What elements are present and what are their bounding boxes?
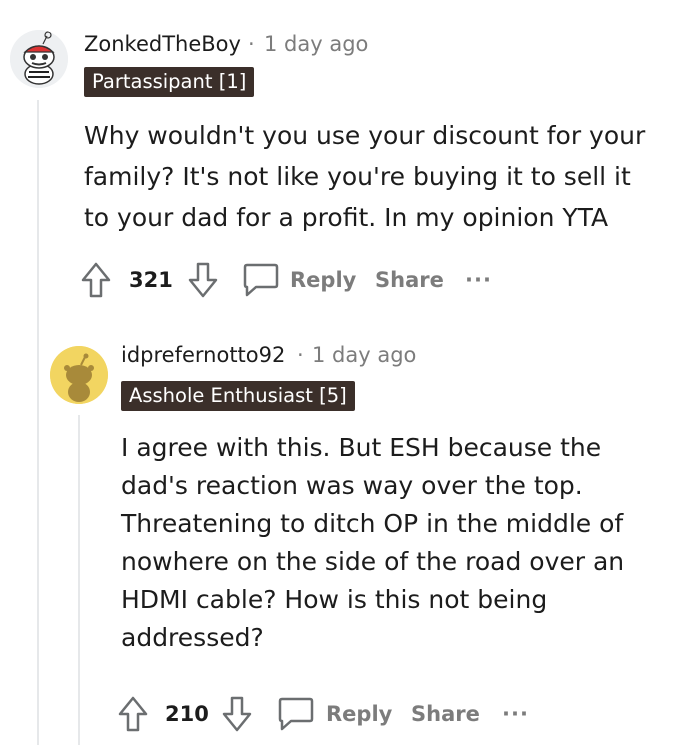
action-bar: 210 Reply Share ··· [117,694,557,734]
comment-line: addressed? [121,623,264,652]
username[interactable]: idprefernotto92 [121,343,285,367]
comment-line: HDMI cable? How is this not being [121,585,548,614]
reply-button[interactable]: Reply [290,260,356,300]
thread-line[interactable] [78,415,80,745]
comment-body: I agree with this. But ESH because the d… [121,429,624,657]
comment-line: Threatening to ditch OP in the middle of [121,509,624,538]
user-flair: Partassipant [1] [84,67,255,97]
upvote-icon[interactable] [80,261,112,299]
reply-button[interactable]: Reply [326,694,392,734]
username[interactable]: ZonkedTheBoy [84,32,241,56]
more-options-button[interactable]: ··· [502,694,529,734]
comment-line: dad's reaction was way over the top. [121,471,583,500]
upvote-icon[interactable] [117,695,149,733]
avatar[interactable] [10,30,68,88]
thread-line[interactable] [37,100,39,745]
comment-line: Why wouldn't you use your discount for y… [84,121,646,150]
share-button[interactable]: Share [411,694,480,734]
comment-line: to your dad for a profit. In my opinion … [84,203,609,232]
meta-separator: · [248,32,255,56]
comment-line: family? It's not like you're buying it t… [84,162,631,191]
avatar[interactable] [50,346,108,404]
user-flair: Asshole Enthusiast [5] [121,381,355,411]
downvote-icon[interactable] [221,695,253,733]
comment-body: Why wouldn't you use your discount for y… [84,115,645,238]
vote-count: 210 [165,702,209,726]
vote-count: 321 [129,268,173,292]
action-bar: 321 Reply Share ··· [80,260,520,300]
downvote-icon[interactable] [187,261,219,299]
more-options-button[interactable]: ··· [465,260,492,300]
snoo-avatar-icon [50,346,108,404]
meta-separator: · [297,343,304,367]
comment-line: nowhere on the side of the road over an [121,547,625,576]
comment-bubble-icon[interactable] [277,696,315,732]
share-button[interactable]: Share [375,260,444,300]
snoo-avatar-icon [10,30,68,88]
timestamp[interactable]: 1 day ago [312,343,416,367]
comment-bubble-icon[interactable] [242,262,280,298]
timestamp[interactable]: 1 day ago [264,32,368,56]
comment-line: I agree with this. But ESH because the [121,433,602,462]
